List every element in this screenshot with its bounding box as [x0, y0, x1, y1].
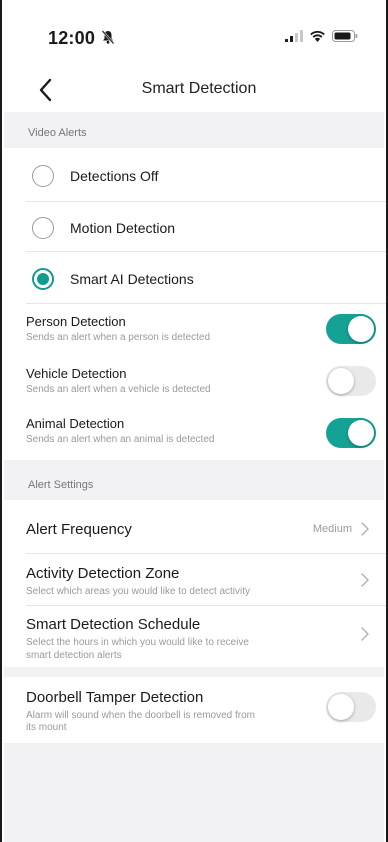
- bell-off-icon: [101, 30, 115, 45]
- vehicle-detection-row: Vehicle Detection Sends an alert when a …: [26, 354, 386, 404]
- tamper-subtitle-line1: Alarm will sound when the doorbell is re…: [26, 710, 255, 721]
- alert-frequency-value: Medium: [312, 523, 352, 535]
- person-detection-row: Person Detection Sends an alert when a p…: [26, 304, 386, 354]
- option-motion-detection[interactable]: Motion Detection: [26, 202, 386, 252]
- toggle-knob: [328, 368, 354, 394]
- radio-motion-detection[interactable]: [32, 217, 54, 239]
- alert-frequency-row[interactable]: Alert Frequency Medium: [26, 502, 386, 554]
- animal-detection-subtitle: Sends an alert when an animal is detecte…: [26, 434, 215, 445]
- section-divider: [4, 667, 384, 677]
- signal-icon: [285, 30, 303, 42]
- app-screen: 12:00 Smart Detection Video Alerts Detec…: [0, 0, 388, 842]
- schedule-subtitle-line1: Select the hours in which you would like…: [26, 637, 249, 648]
- person-detection-toggle[interactable]: [326, 314, 376, 344]
- schedule-subtitle-line2: smart detection alerts: [26, 650, 122, 661]
- animal-detection-title: Animal Detection: [26, 416, 125, 431]
- radio-detections-off[interactable]: [32, 165, 54, 187]
- tamper-detection-row: Doorbell Tamper Detection Alarm will sou…: [26, 678, 386, 742]
- alert-settings-header: Alert Settings: [4, 460, 384, 500]
- battery-icon: [332, 30, 358, 42]
- chevron-right-icon: [361, 627, 369, 641]
- chevron-right-icon: [361, 573, 369, 587]
- option-label: Detections Off: [70, 168, 159, 184]
- animal-detection-toggle[interactable]: [326, 418, 376, 448]
- alert-frequency-title: Alert Frequency: [26, 521, 132, 538]
- person-detection-title: Person Detection: [26, 314, 126, 329]
- activity-zone-subtitle: Select which areas you would like to det…: [26, 586, 250, 597]
- vehicle-detection-title: Vehicle Detection: [26, 366, 127, 381]
- toggle-knob: [348, 316, 374, 342]
- schedule-row[interactable]: Smart Detection Schedule Select the hour…: [26, 606, 386, 666]
- option-label: Motion Detection: [70, 220, 176, 236]
- activity-zone-row[interactable]: Activity Detection Zone Select which are…: [26, 554, 386, 606]
- toggle-knob: [348, 420, 374, 446]
- schedule-title: Smart Detection Schedule: [26, 616, 201, 633]
- video-alerts-title: Video Alerts: [28, 127, 87, 139]
- video-alerts-header: Video Alerts: [4, 112, 384, 148]
- tamper-detection-toggle[interactable]: [326, 692, 376, 722]
- option-detections-off[interactable]: Detections Off: [26, 150, 386, 202]
- option-label: Smart AI Detections: [70, 271, 194, 287]
- status-bar: 12:00: [2, 0, 386, 72]
- chevron-right-icon: [361, 522, 369, 536]
- toggle-knob: [328, 694, 354, 720]
- animal-detection-row: Animal Detection Sends an alert when an …: [26, 404, 386, 456]
- tamper-subtitle-line2: its mount: [26, 722, 67, 733]
- vehicle-detection-subtitle: Sends an alert when a vehicle is detecte…: [26, 384, 211, 395]
- person-detection-subtitle: Sends an alert when a person is detected: [26, 332, 211, 343]
- tamper-detection-title: Doorbell Tamper Detection: [26, 689, 204, 706]
- option-smart-ai-detections[interactable]: Smart AI Detections: [26, 252, 386, 304]
- vehicle-detection-toggle[interactable]: [326, 366, 376, 396]
- status-time: 12:00: [48, 28, 96, 48]
- wifi-icon: [310, 30, 325, 42]
- page-title: Smart Detection: [141, 80, 257, 97]
- activity-zone-title: Activity Detection Zone: [26, 565, 180, 582]
- empty-area: [4, 743, 384, 842]
- radio-smart-ai-detections[interactable]: [32, 268, 54, 290]
- navigation-bar: Smart Detection: [2, 72, 386, 110]
- alert-settings-title: Alert Settings: [28, 479, 94, 491]
